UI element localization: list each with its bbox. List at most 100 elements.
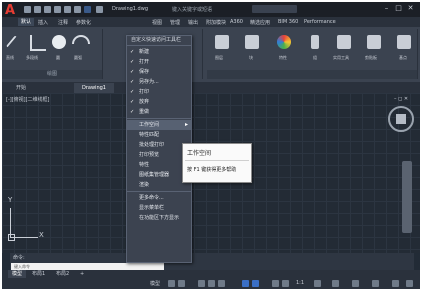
- annotation-visibility-icon[interactable]: [282, 280, 289, 287]
- document-title: Drawing1.dwg: [112, 6, 148, 12]
- utilities-label: 实用工具: [333, 55, 349, 60]
- menu-item-saveas[interactable]: ✓ 另存为...: [127, 77, 191, 87]
- utilities-icon[interactable]: [337, 35, 351, 49]
- snap-icon[interactable]: [178, 280, 185, 287]
- basepoint-icon[interactable]: [397, 35, 411, 49]
- properties-icon[interactable]: [277, 35, 291, 49]
- gear-icon[interactable]: [314, 280, 321, 287]
- tab-default[interactable]: 默认: [18, 18, 35, 26]
- search-input[interactable]: [252, 5, 297, 13]
- group-icon[interactable]: [311, 35, 319, 49]
- tab-layout1[interactable]: 布局1: [28, 270, 49, 278]
- lineweight-icon[interactable]: [252, 280, 259, 287]
- tab-manage[interactable]: 管理: [170, 19, 180, 26]
- right-panel-titles: [207, 70, 417, 79]
- viewport-label[interactable]: [-][俯视][二维线框]: [6, 96, 50, 103]
- menu-item-workspace[interactable]: 工作空间 ▸: [127, 120, 191, 130]
- tab-a360[interactable]: A360: [230, 19, 243, 25]
- polyline-icon[interactable]: [30, 35, 46, 51]
- polyline-label: 多段线: [26, 55, 38, 60]
- line-icon[interactable]: [5, 35, 19, 49]
- tab-annotate[interactable]: 注释: [58, 19, 68, 26]
- menu-item-undo[interactable]: ✓ 放弃: [127, 97, 191, 107]
- command-line: 命令: 键入命令: [10, 253, 414, 271]
- check-icon: ✓: [130, 69, 135, 75]
- submenu-arrow-icon: ▸: [184, 121, 188, 128]
- new-icon[interactable]: [24, 6, 31, 13]
- menu-item-label: 保存: [139, 69, 150, 75]
- osnap-icon[interactable]: [218, 280, 225, 287]
- circle-icon[interactable]: [52, 35, 66, 49]
- open-icon[interactable]: [34, 6, 41, 13]
- viewcube-face[interactable]: [396, 114, 406, 124]
- menu-item-label: 渲染: [139, 182, 150, 188]
- plus-icon[interactable]: [332, 280, 339, 287]
- save-icon[interactable]: [44, 6, 51, 13]
- tab-model[interactable]: 模型: [8, 270, 27, 278]
- scale-label[interactable]: 1:1: [296, 280, 304, 286]
- menu-separator: [127, 191, 191, 192]
- menu-item-open[interactable]: ✓ 打开: [127, 57, 191, 67]
- tab-parametric[interactable]: 参数化: [76, 19, 91, 26]
- navigation-bar[interactable]: [402, 161, 412, 233]
- viewport-window-controls[interactable]: – ◻ ✕: [394, 96, 408, 102]
- print-icon[interactable]: [64, 6, 71, 13]
- tab-bim360[interactable]: BIM 360: [278, 19, 298, 25]
- tab-addins[interactable]: 附加模块: [206, 19, 226, 26]
- otrack-icon[interactable]: [242, 280, 249, 287]
- line-label: 直线: [6, 55, 14, 60]
- workspace-dropdown[interactable]: [84, 6, 91, 13]
- clean-screen-icon[interactable]: [392, 280, 399, 287]
- group-label: 组: [313, 55, 317, 60]
- workspace-tooltip: 工作空间 按 F1 键获得更多帮助: [182, 143, 252, 183]
- ucs-x-label: X: [39, 231, 44, 239]
- clipboard-icon[interactable]: [367, 35, 381, 49]
- layer-icon[interactable]: [215, 35, 229, 49]
- menu-item-show-below-ribbon[interactable]: 在功能区下方显示: [127, 213, 191, 223]
- undo-icon[interactable]: [74, 6, 81, 13]
- tab-output[interactable]: 输出: [188, 19, 198, 26]
- basepoint-label: 基点: [399, 55, 407, 60]
- menu-item-matchprop[interactable]: 特性匹配: [127, 130, 191, 140]
- command-input[interactable]: 键入命令: [11, 263, 164, 270]
- menu-item-show-menubar[interactable]: 显示菜单栏: [127, 203, 191, 213]
- menu-item-more-commands[interactable]: 更多命令...: [127, 193, 191, 203]
- grid-icon[interactable]: [168, 280, 175, 287]
- viewcube[interactable]: [388, 106, 414, 132]
- ortho-icon[interactable]: [198, 280, 205, 287]
- polar-icon[interactable]: [208, 280, 215, 287]
- minimize-button[interactable]: –: [382, 4, 391, 13]
- tab-performance[interactable]: Performance: [304, 19, 336, 25]
- tab-featured[interactable]: 精选应用: [250, 19, 270, 26]
- qat-customize-icon[interactable]: [96, 6, 103, 13]
- menu-item-new[interactable]: ✓ 新建: [127, 47, 191, 57]
- model-space-label[interactable]: 模型: [150, 280, 160, 287]
- annotation-icon[interactable]: [272, 280, 279, 287]
- tooltip-divider: [185, 160, 249, 161]
- draw-panel-title[interactable]: 绘图: [2, 70, 102, 79]
- menu-item-redo[interactable]: ✓ 重做: [127, 107, 191, 117]
- customize-icon[interactable]: [406, 280, 413, 287]
- isolate-icon[interactable]: [352, 280, 359, 287]
- menu-separator: [127, 45, 191, 46]
- tab-start[interactable]: 开始: [8, 83, 34, 93]
- menu-item-label: 特性: [139, 162, 150, 168]
- close-button[interactable]: ✕: [406, 4, 415, 13]
- menu-item-print[interactable]: ✓ 打印: [127, 87, 191, 97]
- search-hint: 键入关键字或短语: [172, 7, 213, 13]
- tab-view[interactable]: 视图: [152, 19, 162, 26]
- block-icon[interactable]: [245, 35, 259, 49]
- restore-button[interactable]: □: [394, 4, 403, 13]
- arc-icon[interactable]: [72, 35, 90, 44]
- menu-item-label: 打印预览: [139, 152, 160, 158]
- tab-insert[interactable]: 插入: [38, 19, 48, 26]
- command-history: 命令:: [13, 255, 25, 261]
- tab-layout2[interactable]: 布局2: [52, 270, 73, 278]
- tooltip-help-text: 按 F1 键获得更多帮助: [187, 167, 237, 173]
- menu-item-save[interactable]: ✓ 保存: [127, 67, 191, 77]
- check-icon: ✓: [130, 89, 135, 95]
- tab-drawing1[interactable]: Drawing1: [74, 83, 114, 93]
- tab-add-layout[interactable]: +: [76, 270, 88, 278]
- saveas-icon[interactable]: [54, 6, 61, 13]
- hardware-accel-icon[interactable]: [372, 280, 379, 287]
